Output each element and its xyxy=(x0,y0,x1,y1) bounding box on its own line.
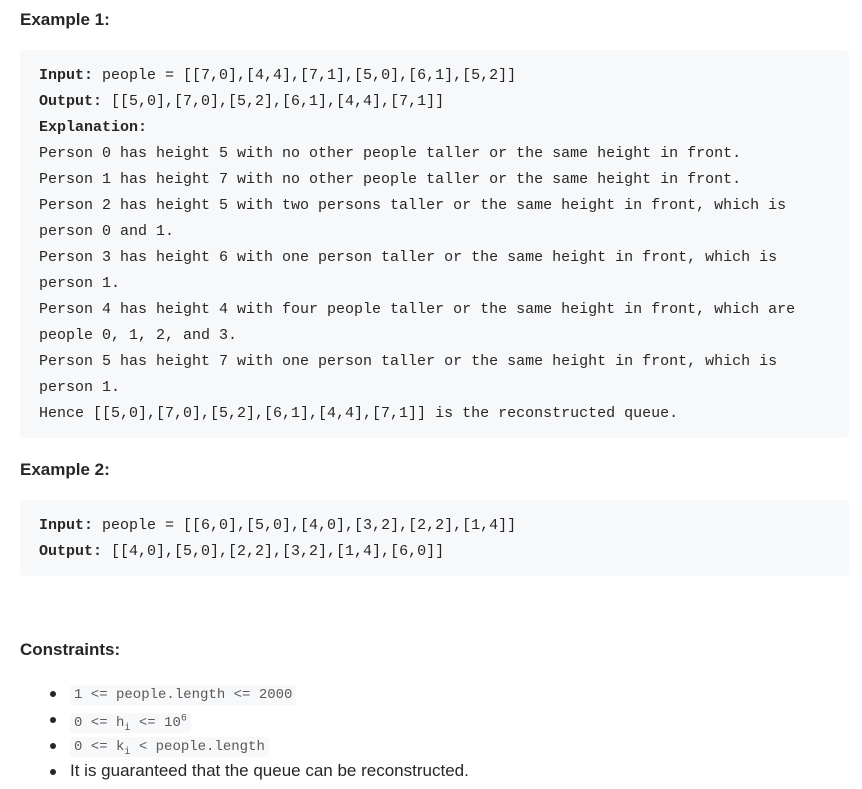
example-1-block: Input: people = [[7,0],[4,4],[7,1],[5,0]… xyxy=(20,50,849,438)
example-1-heading: Example 1: xyxy=(20,10,110,29)
superscript: 6 xyxy=(180,713,187,724)
output-value: [[5,0],[7,0],[5,2],[6,1],[4,4],[7,1]] xyxy=(102,93,445,110)
explanation-line: Person 5 has height 7 with one person ta… xyxy=(39,353,778,370)
input-value: people = [[7,0],[4,4],[7,1],[5,0],[6,1],… xyxy=(93,67,517,84)
explanation-line: person 1. xyxy=(39,379,121,396)
constraint-code: 0 <= hi <= 106 xyxy=(70,712,191,733)
constraint-item: 1 <= people.length <= 2000 xyxy=(50,680,469,706)
explanation-line: Person 3 has height 6 with one person ta… xyxy=(39,249,778,266)
text: 0 <= k xyxy=(74,739,125,755)
explanation-line: Hence [[5,0],[7,0],[5,2],[6,1],[4,4],[7,… xyxy=(39,405,679,422)
explanation-line: person 1. xyxy=(39,275,121,292)
explanation-line: Person 0 has height 5 with no other peop… xyxy=(39,145,742,162)
input-label: Input: xyxy=(39,517,94,534)
input-label: Input: xyxy=(39,67,94,84)
explanation-line: person 0 and 1. xyxy=(39,223,175,240)
explanation-line: Person 2 has height 5 with two persons t… xyxy=(39,197,787,214)
output-label: Output: xyxy=(39,543,103,560)
constraints-heading: Constraints: xyxy=(20,640,121,659)
example-2-heading: Example 2: xyxy=(20,460,110,479)
output-label: Output: xyxy=(39,93,103,110)
explanation-line: people 0, 1, 2, and 3. xyxy=(39,327,238,344)
input-value: people = [[6,0],[5,0],[4,0],[3,2],[2,2],… xyxy=(93,517,517,534)
text: <= 10 xyxy=(130,714,181,731)
constraint-item: It is guaranteed that the queue can be r… xyxy=(50,758,469,784)
example-2-block: Input: people = [[6,0],[5,0],[4,0],[3,2]… xyxy=(20,500,849,576)
constraint-code: 0 <= ki < people.length xyxy=(70,737,269,758)
text: < people.length xyxy=(130,739,265,755)
text: 0 <= h xyxy=(74,714,125,731)
output-value: [[4,0],[5,0],[2,2],[3,2],[1,4],[6,0]] xyxy=(102,543,445,560)
constraints-list: 1 <= people.length <= 2000 0 <= hi <= 10… xyxy=(50,680,469,784)
constraint-item: 0 <= hi <= 106 xyxy=(50,706,469,733)
explanation-line: Person 1 has height 7 with no other peop… xyxy=(39,171,742,188)
constraint-code: 1 <= people.length <= 2000 xyxy=(70,685,297,705)
explanation-label: Explanation: xyxy=(39,119,148,136)
explanation-line: Person 4 has height 4 with four people t… xyxy=(39,301,796,318)
constraint-item: 0 <= ki < people.length xyxy=(50,732,469,758)
